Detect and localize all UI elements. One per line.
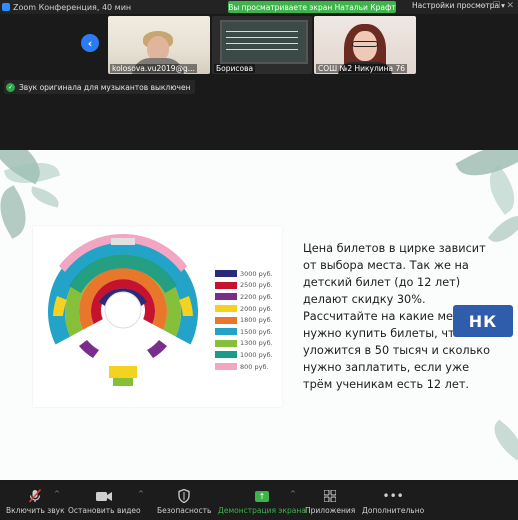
- audio-notification: ✓ Звук оригинала для музыкантов выключен: [4, 80, 195, 94]
- window-title: Zoom Конференция, 40 мин: [13, 2, 132, 12]
- glasses: [352, 41, 378, 47]
- legend-swatch: [215, 281, 237, 289]
- share-screen-label: Демонстрация экрана: [218, 506, 306, 515]
- stop-video-label: Остановить видео: [68, 506, 141, 515]
- entrance: [109, 366, 137, 378]
- meeting-toolbar: Включить звук ^ Остановить видео ^ Безоп…: [0, 484, 518, 520]
- participant-tile[interactable]: Борисова: [212, 16, 312, 74]
- audio-options-caret[interactable]: ^: [54, 490, 60, 498]
- legend-swatch: [215, 305, 237, 313]
- legend-price: 1500 руб.: [240, 327, 273, 336]
- legend-price: 2000 руб.: [240, 304, 273, 313]
- participant-name: СОШ №2 Никулина 76: [316, 64, 408, 73]
- muted-mic-icon: [29, 488, 42, 504]
- participant-name: kolosova.vu2019@g...: [110, 64, 197, 73]
- legend-swatch: [215, 293, 237, 301]
- legend-price: 1000 руб.: [240, 350, 273, 359]
- apps-label: Приложения: [305, 506, 356, 515]
- legend-row: 1300 руб.: [215, 338, 273, 350]
- legend-price: 800 руб.: [240, 362, 269, 371]
- legend-swatch: [215, 270, 237, 278]
- security-shield-icon: [178, 488, 190, 504]
- share-options-caret[interactable]: ^: [290, 490, 296, 498]
- window-title-bar: Zoom Конференция, 40 мин Вы просматривае…: [0, 0, 518, 14]
- legend-row: 2500 руб.: [215, 280, 273, 292]
- legend-swatch: [215, 363, 237, 371]
- more-button[interactable]: ••• Дополнительно: [362, 488, 424, 515]
- apps-button[interactable]: Приложения: [305, 488, 355, 515]
- more-label: Дополнительно: [362, 506, 425, 515]
- security-button[interactable]: Безопасность: [157, 488, 211, 515]
- unmute-label: Включить звук: [6, 506, 65, 515]
- legend-swatch: [215, 351, 237, 359]
- shield-check-icon: ✓: [6, 82, 15, 92]
- legend-swatch: [215, 316, 237, 324]
- seating-plan: [48, 234, 198, 386]
- close-icon[interactable]: ✕: [506, 1, 514, 11]
- zoom-logo-icon: [2, 3, 10, 11]
- shared-screen-slide: 3000 руб. 2500 руб. 2200 руб. 2000 руб. …: [0, 150, 518, 480]
- entrance: [113, 378, 133, 386]
- legend-row: 3000 руб.: [215, 268, 273, 280]
- legend-price: 1800 руб.: [240, 316, 273, 325]
- school-logo: НК: [453, 305, 513, 337]
- arena-ring: [104, 291, 142, 329]
- legend-row: 1800 руб.: [215, 314, 273, 326]
- security-label: Безопасность: [157, 506, 212, 515]
- legend-row: 2200 руб.: [215, 291, 273, 303]
- legend-row: 2000 руб.: [215, 303, 273, 315]
- legend-price: 2500 руб.: [240, 281, 273, 290]
- video-camera-icon: [96, 488, 113, 504]
- participant-tile[interactable]: СОШ №2 Никулина 76: [314, 16, 416, 74]
- participant-tile[interactable]: kolosova.vu2019@g...: [108, 16, 210, 74]
- share-status-banner: Вы просматриваете экран Натальи Крафт: [228, 1, 396, 13]
- apps-icon: [324, 488, 337, 504]
- legend-row: 1500 руб.: [215, 326, 273, 338]
- seat-section: [147, 340, 167, 358]
- decorative-leaf: [28, 186, 62, 208]
- legend-price: 2200 руб.: [240, 292, 273, 301]
- legend-row: 1000 руб.: [215, 349, 273, 361]
- legend-swatch: [215, 328, 237, 336]
- window-controls: — ☐ ✕: [477, 1, 514, 11]
- legend-price: 1300 руб.: [240, 339, 273, 348]
- circus-seating-diagram: 3000 руб. 2500 руб. 2200 руб. 2000 руб. …: [33, 226, 282, 407]
- price-legend: 3000 руб. 2500 руб. 2200 руб. 2000 руб. …: [215, 268, 273, 372]
- legend-price: 3000 руб.: [240, 269, 273, 278]
- video-options-caret[interactable]: ^: [138, 490, 144, 498]
- participant-name: Борисова: [214, 64, 256, 73]
- stop-video-button[interactable]: Остановить видео: [68, 488, 141, 515]
- share-screen-icon: ↑: [254, 488, 269, 504]
- seat-section: [79, 340, 99, 358]
- minimize-icon[interactable]: —: [477, 1, 486, 11]
- gallery-prev-button[interactable]: ‹: [81, 34, 99, 52]
- board-writing: [226, 26, 298, 52]
- legend-row: 800 руб.: [215, 361, 273, 373]
- stage-gate: [111, 238, 135, 245]
- maximize-icon[interactable]: ☐: [492, 1, 500, 11]
- legend-swatch: [215, 339, 237, 347]
- audio-notification-text: Звук оригинала для музыкантов выключен: [19, 82, 191, 92]
- decorative-leaf: [486, 419, 518, 461]
- window-title-group: Zoom Конференция, 40 мин: [2, 1, 131, 13]
- more-icon: •••: [382, 489, 404, 503]
